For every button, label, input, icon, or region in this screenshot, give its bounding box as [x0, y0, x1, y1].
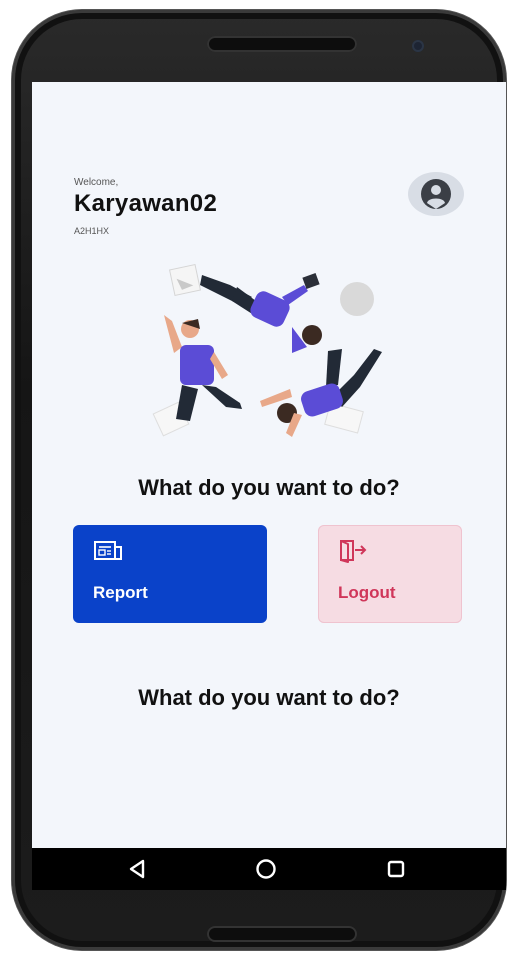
back-button[interactable]	[107, 848, 167, 890]
bottom-speaker	[207, 926, 357, 942]
logout-button[interactable]: Logout	[318, 525, 462, 623]
question-heading-bottom: What do you want to do?	[138, 685, 400, 710]
home-icon	[256, 859, 276, 879]
earpiece-speaker	[207, 36, 357, 52]
profile-avatar-button[interactable]	[408, 172, 464, 216]
people-illustration	[152, 263, 382, 437]
question-heading-top: What do you want to do?	[138, 475, 400, 500]
android-nav-bar	[32, 848, 506, 890]
newspaper-icon	[94, 541, 122, 560]
home-button[interactable]	[236, 848, 296, 890]
logout-door-icon	[340, 540, 367, 563]
user-icon	[421, 179, 451, 209]
report-label: Report	[93, 583, 148, 602]
recents-icon	[387, 860, 405, 878]
logout-label: Logout	[338, 583, 396, 602]
recents-button[interactable]	[366, 848, 426, 890]
front-camera	[412, 40, 424, 52]
username: Karyawan02	[74, 190, 218, 217]
user-id: A2H1HX	[74, 226, 110, 236]
back-icon	[129, 859, 145, 879]
welcome-text: Welcome,	[74, 177, 119, 188]
report-button[interactable]: Report	[73, 525, 267, 623]
app-screen: Welcome, Karyawan02 A2H1HX What do you w…	[32, 82, 506, 848]
